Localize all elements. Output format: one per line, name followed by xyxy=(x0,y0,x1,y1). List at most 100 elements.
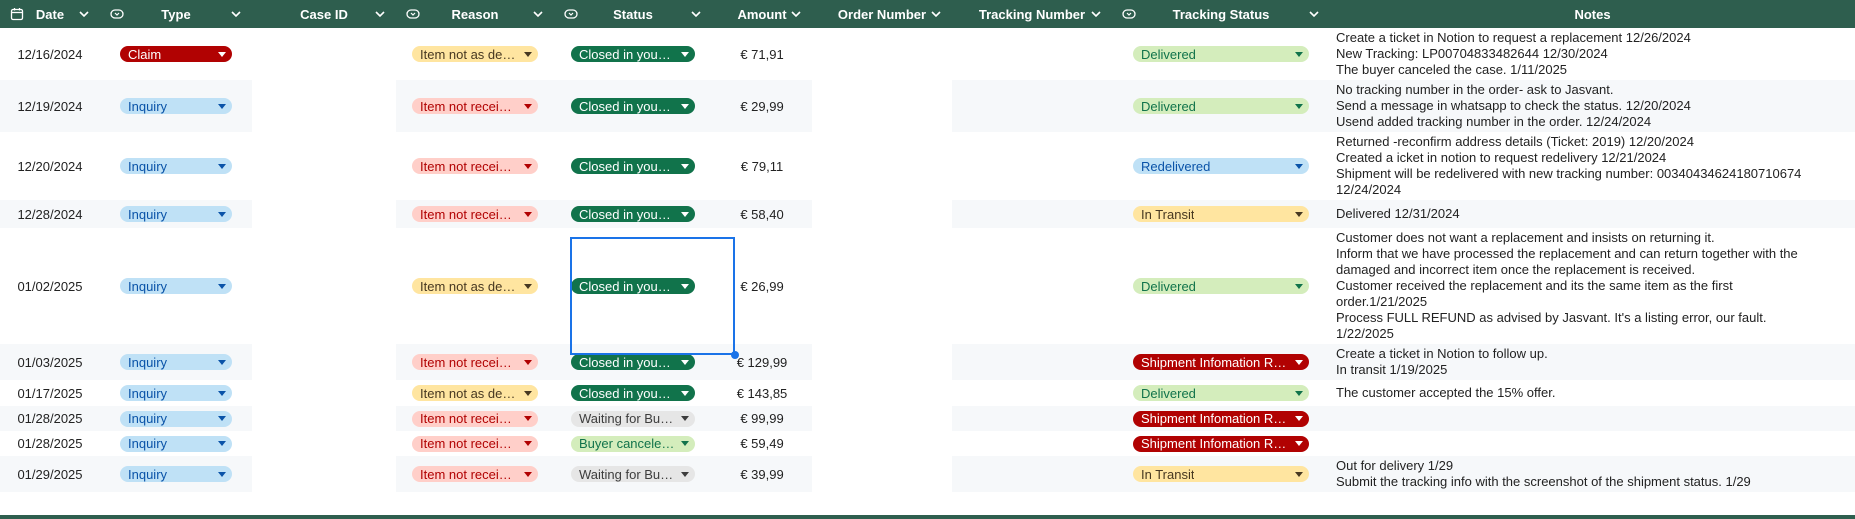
caret-down-icon[interactable] xyxy=(1295,441,1303,446)
caret-down-icon[interactable] xyxy=(681,51,689,57)
cell-order-number[interactable] xyxy=(812,228,952,344)
cell-notes[interactable]: Create a ticket in Notion to follow up. I… xyxy=(1330,344,1855,380)
tracking-status-chip[interactable]: Redelivered xyxy=(1133,158,1309,174)
caret-down-icon[interactable] xyxy=(1295,416,1303,421)
type-chip[interactable]: Inquiry xyxy=(120,385,232,401)
cell-tracking-status[interactable]: In Transit xyxy=(1112,456,1330,492)
caret-down-icon[interactable] xyxy=(1295,211,1303,217)
cell-type[interactable]: Inquiry xyxy=(100,132,252,200)
caret-down-icon[interactable] xyxy=(681,103,689,109)
header-notes[interactable]: Notes xyxy=(1330,0,1855,28)
chevron-down-icon[interactable] xyxy=(1090,8,1102,20)
chevron-down-icon[interactable] xyxy=(230,8,242,20)
cell-amount[interactable]: € 59,49 xyxy=(712,431,812,456)
caret-down-icon[interactable] xyxy=(681,359,689,365)
table-row[interactable]: 12/20/2024 Inquiry Item not received Closed… xyxy=(0,132,1855,200)
type-chip[interactable]: Inquiry xyxy=(120,410,232,427)
reason-chip[interactable]: Item not as describe xyxy=(412,46,538,62)
reason-chip[interactable]: Item not received xyxy=(412,206,538,222)
caret-down-icon[interactable] xyxy=(524,51,532,57)
caret-down-icon[interactable] xyxy=(681,211,689,217)
cell-tracking-status[interactable]: Shipment Infomation Received xyxy=(1112,344,1330,380)
caret-down-icon[interactable] xyxy=(218,211,226,217)
caret-down-icon[interactable] xyxy=(681,390,689,396)
tracking-status-chip[interactable]: In Transit xyxy=(1133,466,1309,482)
caret-down-icon[interactable] xyxy=(681,416,689,421)
cell-tracking-number[interactable] xyxy=(952,431,1112,456)
cell-date[interactable]: 12/19/2024 xyxy=(0,80,100,132)
cell-type[interactable]: Inquiry xyxy=(100,380,252,406)
cell-status[interactable]: Closed in your favor xyxy=(554,28,712,80)
cell-case-id[interactable] xyxy=(252,456,396,492)
type-chip[interactable]: Claim xyxy=(120,46,232,62)
cell-notes[interactable]: Delivered 12/31/2024 xyxy=(1330,200,1855,228)
chevron-down-icon[interactable] xyxy=(690,8,702,20)
cell-reason[interactable]: Item not received xyxy=(396,344,554,380)
cell-notes[interactable] xyxy=(1330,431,1855,456)
caret-down-icon[interactable] xyxy=(524,103,532,109)
table-row[interactable]: 12/19/2024 Inquiry Item not received Closed… xyxy=(0,80,1855,132)
cell-reason[interactable]: Item not as describe xyxy=(396,28,554,80)
reason-chip[interactable]: Item not received xyxy=(412,354,538,370)
header-case-id[interactable]: Case ID xyxy=(252,0,396,28)
cell-notes[interactable]: No tracking number in the order- ask to … xyxy=(1330,80,1855,132)
tracking-status-chip[interactable]: Delivered xyxy=(1133,278,1309,294)
header-reason[interactable]: Reason xyxy=(396,0,554,28)
caret-down-icon[interactable] xyxy=(681,283,689,289)
caret-down-icon[interactable] xyxy=(524,471,532,477)
header-tracking-number[interactable]: Tracking Number xyxy=(952,0,1112,28)
cell-type[interactable]: Inquiry xyxy=(100,406,252,431)
reason-chip[interactable]: Item not received xyxy=(412,158,538,174)
tracking-status-chip[interactable]: Shipment Infomation Received xyxy=(1133,410,1309,427)
cell-tracking-number[interactable] xyxy=(952,80,1112,132)
reason-chip[interactable]: Item not received xyxy=(412,466,538,482)
cell-order-number[interactable] xyxy=(812,28,952,80)
cell-tracking-number[interactable] xyxy=(952,456,1112,492)
cell-tracking-number[interactable] xyxy=(952,200,1112,228)
cell-order-number[interactable] xyxy=(812,200,952,228)
chevron-down-icon[interactable] xyxy=(374,8,386,20)
cell-case-id[interactable] xyxy=(252,132,396,200)
caret-down-icon[interactable] xyxy=(1295,51,1303,57)
table-row[interactable]: 12/16/2024 Claim Item not as describe Close… xyxy=(0,28,1855,80)
header-type[interactable]: Type xyxy=(100,0,252,28)
reason-chip[interactable]: Item not received xyxy=(412,98,538,114)
table-row[interactable]: 12/28/2024 Inquiry Item not received Closed… xyxy=(0,200,1855,228)
selection-fill-handle[interactable] xyxy=(731,351,739,359)
chevron-down-icon[interactable] xyxy=(930,8,942,20)
status-chip[interactable]: Closed in your favor xyxy=(571,98,695,114)
caret-down-icon[interactable] xyxy=(218,51,226,57)
cell-tracking-number[interactable] xyxy=(952,380,1112,406)
cell-case-id[interactable] xyxy=(252,28,396,80)
status-chip[interactable]: Closed in your favor xyxy=(571,278,695,294)
cell-status[interactable]: Closed in your favor xyxy=(554,132,712,200)
table-row[interactable]: 01/29/2025 Inquiry Item not received Waitin… xyxy=(0,456,1855,492)
status-chip[interactable]: Closed in your favor xyxy=(571,354,695,370)
cell-tracking-status[interactable]: Shipment Infomation Received xyxy=(1112,431,1330,456)
cell-notes[interactable] xyxy=(1330,406,1855,431)
cell-amount[interactable]: € 99,99 xyxy=(712,406,812,431)
cell-reason[interactable]: Item not received xyxy=(396,132,554,200)
cell-status[interactable]: Closed in your favor xyxy=(554,228,712,344)
cell-reason[interactable]: Item not received xyxy=(396,406,554,431)
table-row[interactable]: 01/28/2025 Inquiry Item not received Buyer … xyxy=(0,431,1855,456)
status-chip[interactable]: Waiting for Buyer xyxy=(571,466,695,482)
cell-amount[interactable]: € 29,99 xyxy=(712,80,812,132)
cell-order-number[interactable] xyxy=(812,380,952,406)
caret-down-icon[interactable] xyxy=(524,441,532,446)
cell-notes[interactable]: Returned -reconfirm address details (Tic… xyxy=(1330,132,1855,200)
caret-down-icon[interactable] xyxy=(524,211,532,217)
cell-notes[interactable]: The customer accepted the 15% offer. xyxy=(1330,380,1855,406)
caret-down-icon[interactable] xyxy=(218,390,226,396)
cell-reason[interactable]: Item not as describe xyxy=(396,380,554,406)
tracking-status-chip[interactable]: Delivered xyxy=(1133,385,1309,401)
cell-amount[interactable]: € 58,40 xyxy=(712,200,812,228)
cell-amount[interactable]: € 143,85 xyxy=(712,380,812,406)
header-order-number[interactable]: Order Number xyxy=(812,0,952,28)
cell-status[interactable]: Waiting for Buyer xyxy=(554,406,712,431)
table-row[interactable]: 01/28/2025 Inquiry Item not received Waitin… xyxy=(0,406,1855,431)
tracking-status-chip[interactable]: Shipment Infomation Received xyxy=(1133,435,1309,452)
caret-down-icon[interactable] xyxy=(218,103,226,109)
reason-chip[interactable]: Item not received xyxy=(412,410,538,427)
caret-down-icon[interactable] xyxy=(681,441,689,446)
